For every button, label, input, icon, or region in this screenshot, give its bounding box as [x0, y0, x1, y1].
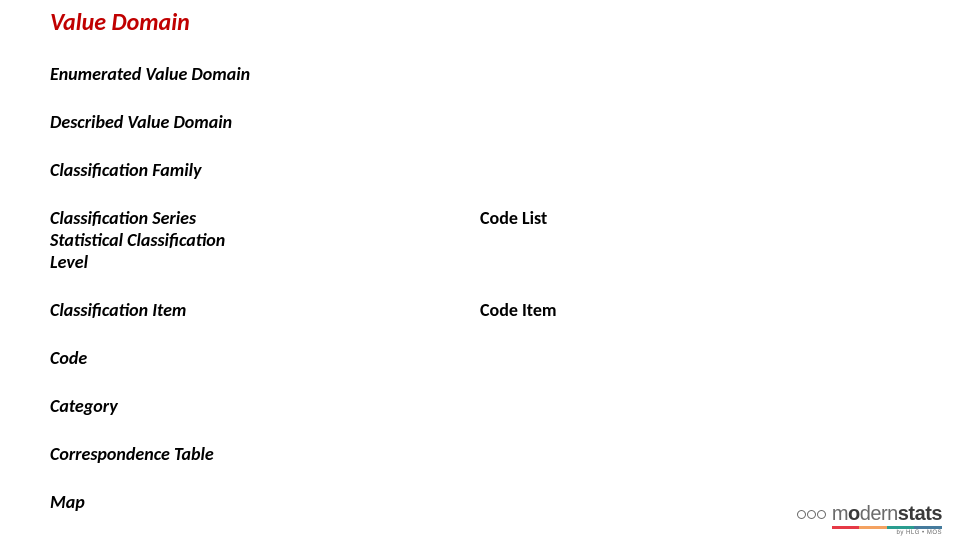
list-item: Classification Family: [50, 159, 910, 181]
slide-content: Value Domain Enumerated Value Domain Des…: [0, 0, 960, 513]
logo-text: m o dern stats: [832, 503, 942, 526]
col-right-label: Code Item: [480, 299, 557, 321]
underline-seg: [859, 526, 887, 529]
logo-part: dern: [860, 503, 898, 526]
col-left: Classification Item: [50, 299, 480, 321]
circle-icon: [797, 510, 806, 519]
two-col-row: Classification Item Code Item: [50, 299, 910, 321]
underline-seg: [914, 526, 942, 529]
col-left: Classification Series Statistical Classi…: [50, 207, 480, 273]
logo-circles-icon: [797, 510, 826, 519]
list-item: Category: [50, 395, 910, 417]
col-right-label: Code List: [480, 207, 547, 229]
list-item: Code: [50, 347, 910, 369]
two-col-row: Classification Series Statistical Classi…: [50, 207, 910, 273]
list-item: Statistical Classification: [50, 229, 480, 251]
list-item: Classification Item: [50, 299, 480, 321]
page-title: Value Domain: [50, 8, 910, 37]
circle-icon: [817, 510, 826, 519]
logo-subtitle: by HLG • MOS: [897, 530, 942, 536]
list-item: Level: [50, 251, 480, 273]
underline-seg: [832, 526, 860, 529]
logo-part: o: [848, 503, 860, 526]
list-item: Correspondence Table: [50, 443, 910, 465]
logo-underline: [832, 526, 942, 529]
modernstats-logo: m o dern stats: [797, 503, 942, 526]
circle-icon: [807, 510, 816, 519]
list-item: Map: [50, 491, 910, 513]
underline-seg: [887, 526, 915, 529]
list-item: Described Value Domain: [50, 111, 910, 133]
logo-part: stats: [898, 503, 942, 526]
list-item: Classification Series: [50, 207, 480, 229]
list-item: Enumerated Value Domain: [50, 63, 910, 85]
logo-part: m: [832, 503, 848, 526]
